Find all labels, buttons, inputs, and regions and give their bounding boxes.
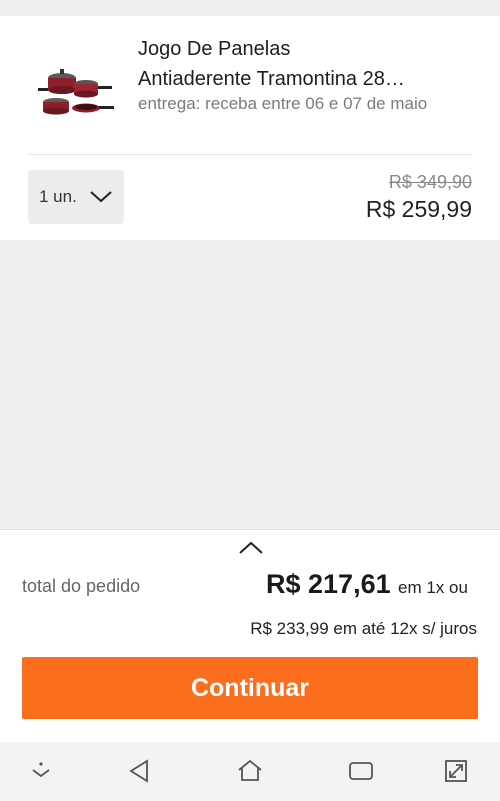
continue-button[interactable]: Continuar [22,657,478,719]
chevron-down-icon [90,191,112,203]
chevron-up-icon[interactable] [238,540,264,561]
divider [28,154,472,155]
order-summary: total do pedido R$ 217,61 em 1x ou R$ 23… [0,529,500,743]
top-strip [0,0,500,16]
chevron-down-dot-icon[interactable] [30,758,52,787]
home-icon[interactable] [236,758,264,789]
delivery-info: entrega: receba entre 06 e 07 de maio [138,94,428,113]
quantity-value: 1 un. [39,187,77,206]
product-title[interactable]: Jogo De Panelas Antiaderente Tramontina … [138,34,478,94]
product-title-line2: Antiaderente Tramontina 28… [138,68,405,90]
expand-icon[interactable] [443,758,469,789]
total-value: R$ 217,61 [266,569,391,599]
back-icon[interactable] [127,758,151,789]
product-title-line1: Jogo De Panelas [138,38,291,60]
price: R$ 259,99 [365,196,472,222]
quantity-select[interactable]: 1 un. [28,170,124,224]
recents-icon[interactable] [347,758,375,789]
installments-text: R$ 233,99 em até 12x s/ juros [250,619,477,638]
product-image[interactable] [36,58,116,122]
total-suffix: em 1x ou [398,578,468,597]
cart-item-card: Jogo De Panelas Antiaderente Tramontina … [0,16,500,240]
system-navbar [0,742,500,801]
total-label: total do pedido [22,576,141,596]
old-price: R$ 349,90 [388,172,472,192]
